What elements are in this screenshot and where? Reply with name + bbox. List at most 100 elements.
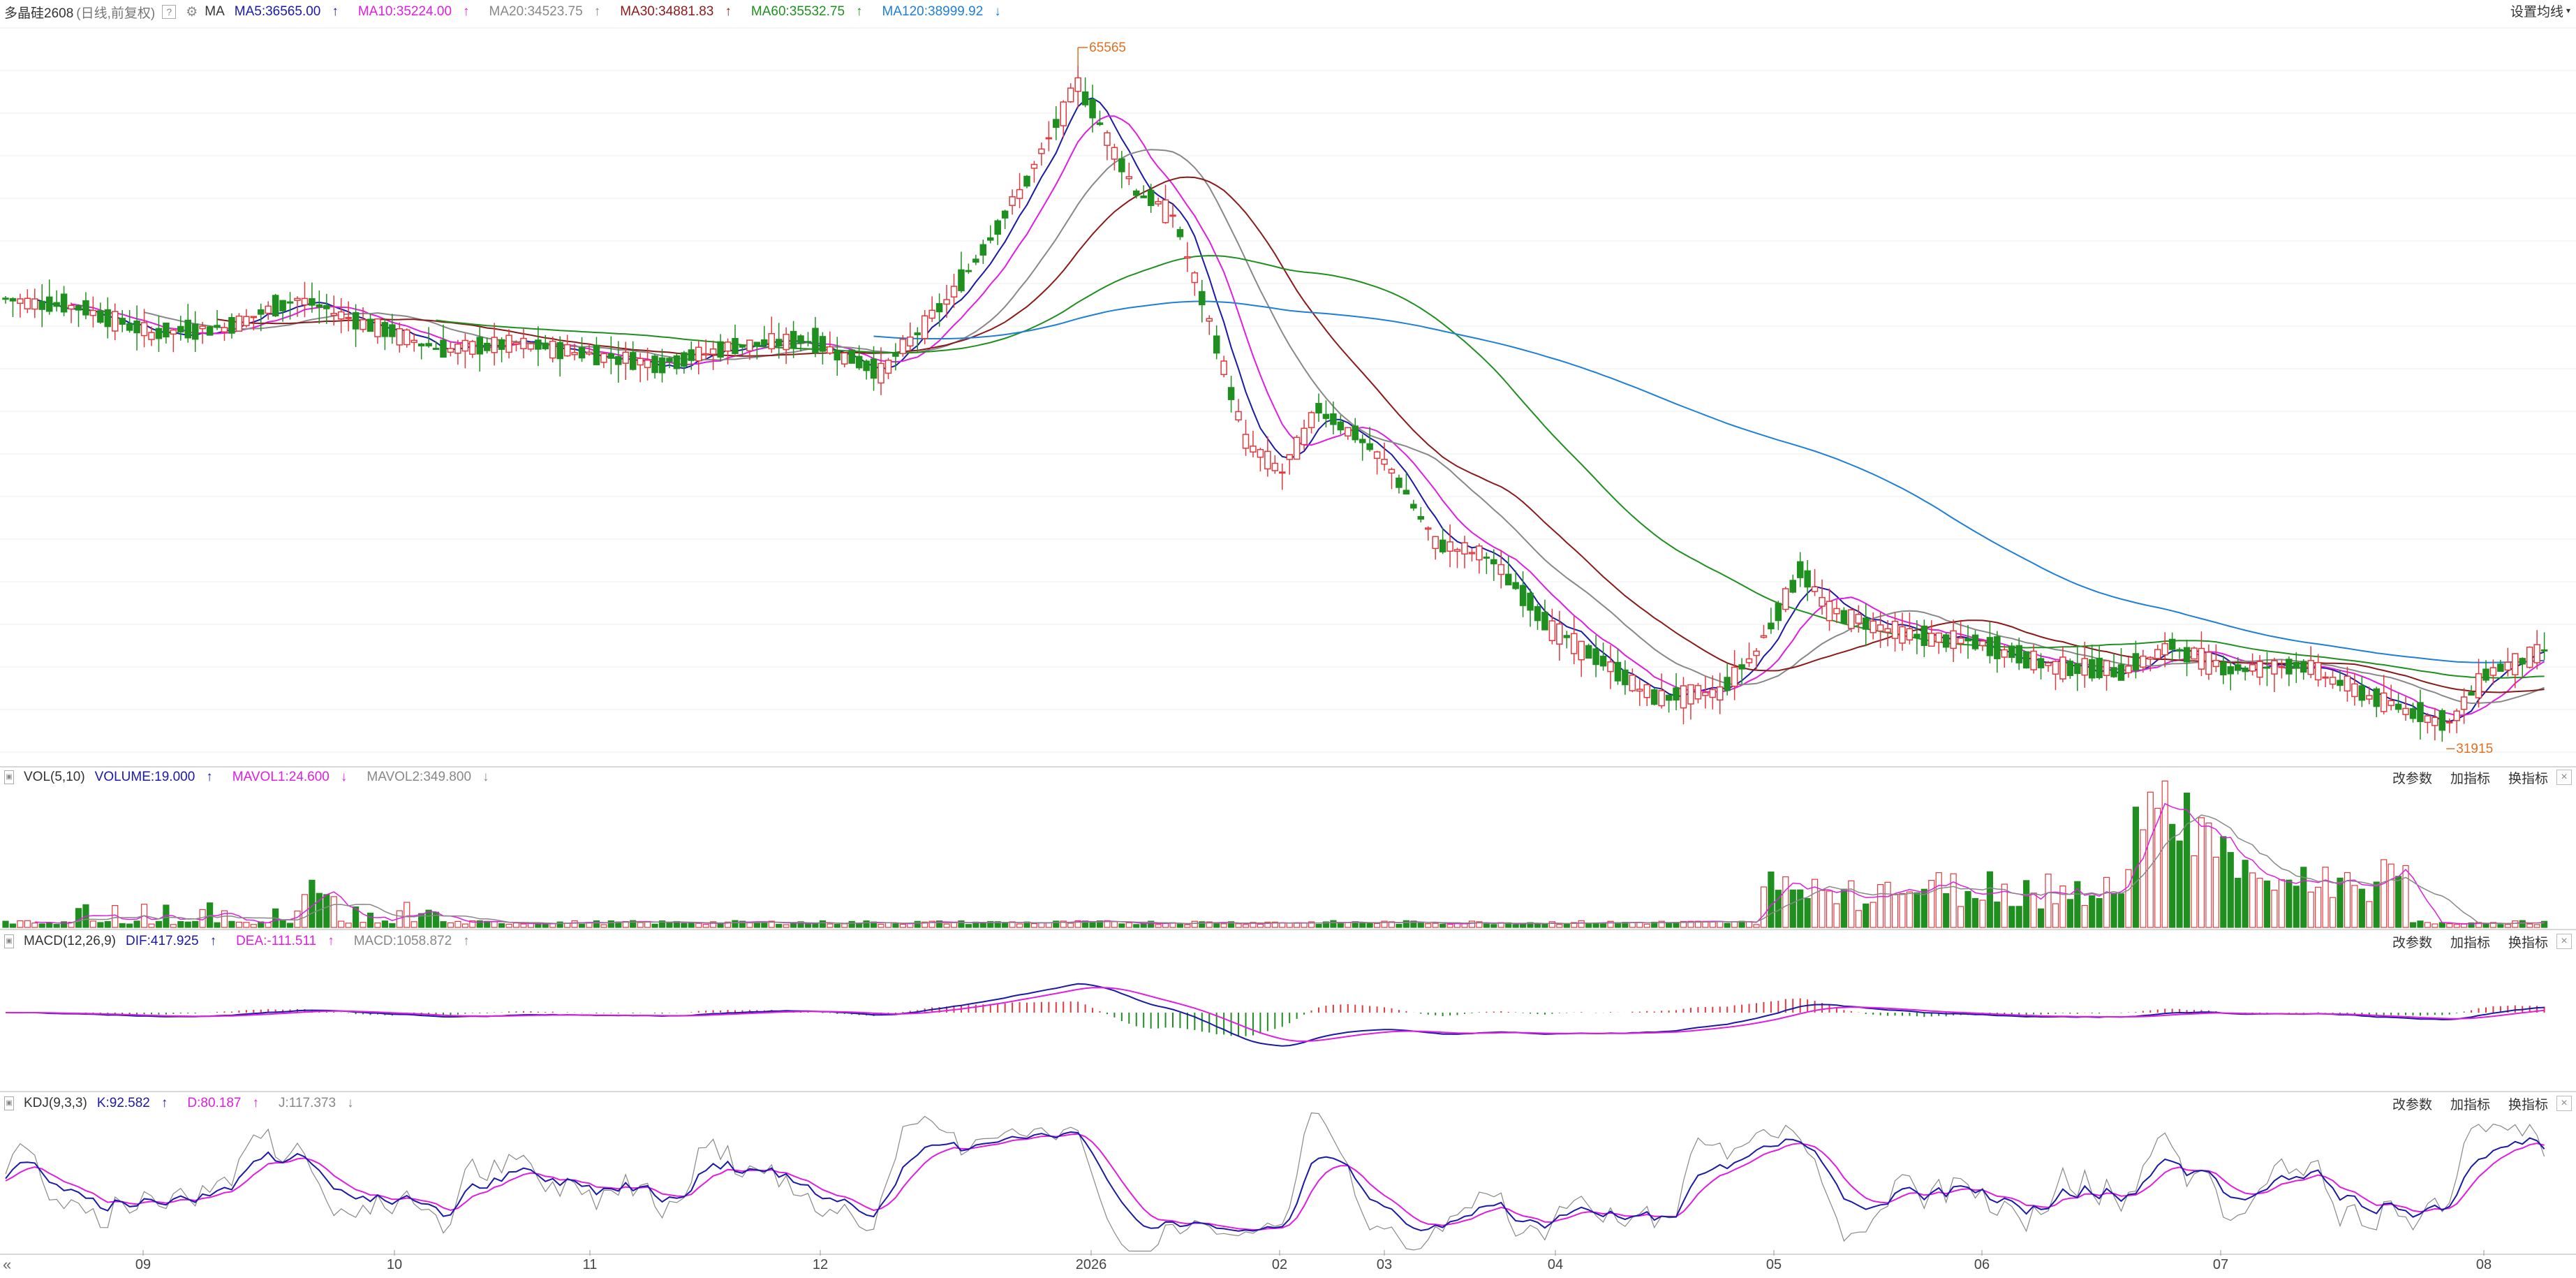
kdj-add-indicator-button[interactable]: 加指标	[2450, 1094, 2490, 1113]
volume-bar	[2358, 888, 2365, 928]
candle-down	[761, 339, 768, 346]
settings-gear-icon[interactable]: ⚙	[186, 4, 198, 20]
volume-bar	[2461, 923, 2468, 928]
candle-up	[1476, 545, 1483, 561]
volume-bar	[1074, 920, 1081, 928]
candle-down	[863, 360, 870, 372]
help-icon[interactable]: ?	[162, 5, 177, 19]
candle-up	[1038, 148, 1045, 154]
volume-bar	[2409, 922, 2417, 928]
volume-bar	[914, 920, 921, 928]
volume-bar	[2045, 874, 2052, 928]
candle-up	[644, 359, 651, 369]
candle-up	[2278, 666, 2286, 668]
candle-down	[1527, 592, 1534, 611]
volume-bar	[1155, 924, 1162, 928]
ma-legend-value: MA5:36565.00	[234, 4, 321, 19]
vol-help-icon[interactable]: ▣	[4, 770, 14, 784]
volume-bar	[1220, 923, 1227, 928]
macd-title[interactable]: MACD(12,26,9)	[24, 934, 116, 949]
candle-up	[2489, 667, 2497, 676]
kdj-params-button[interactable]: 改参数	[2392, 1094, 2432, 1113]
candle-up	[170, 329, 177, 335]
volume-bar	[1388, 921, 1396, 928]
candle-down	[855, 355, 863, 369]
macd-legend-item: MACD:1058.872 ↑	[354, 934, 480, 948]
candle-down	[615, 355, 622, 365]
volume-bar	[892, 923, 899, 928]
ma-indicator-name[interactable]: MA	[205, 4, 225, 20]
volume-bar	[1599, 923, 1607, 928]
instrument-mode: (日线,前复权)	[76, 6, 156, 21]
ma-legend-value: MA20:34523.75	[489, 4, 583, 19]
volume-bar	[53, 924, 60, 928]
candle-up	[148, 332, 155, 340]
k-line	[5, 1131, 2545, 1232]
volume-bar	[112, 904, 119, 928]
volume-bar	[484, 920, 491, 928]
macd-help-icon[interactable]: ▣	[4, 934, 14, 948]
ma120-line	[873, 300, 2545, 663]
scroll-left-icon[interactable]: «	[3, 1256, 11, 1274]
volume-bar	[2271, 890, 2278, 928]
volume-bar	[768, 920, 775, 928]
candle-down	[1213, 335, 1220, 354]
volume-bar	[1833, 903, 1840, 928]
candle-up	[1104, 132, 1111, 146]
candle-down	[2008, 645, 2015, 659]
candle-up	[2212, 659, 2220, 668]
volume-bar	[432, 911, 440, 928]
volume-bar	[994, 921, 1001, 928]
candle-down	[45, 296, 53, 312]
candle-up	[1264, 450, 1271, 470]
candle-up	[89, 309, 97, 316]
candle-down	[2358, 685, 2366, 701]
candle-up	[31, 298, 38, 310]
kdj-switch-indicator-button[interactable]: 换指标	[2508, 1094, 2548, 1113]
vol-title[interactable]: VOL(5,10)	[24, 770, 85, 785]
volume-bar	[316, 893, 323, 928]
macd-switch-indicator-button[interactable]: 换指标	[2508, 932, 2548, 951]
volume-bar	[207, 902, 214, 928]
kdj-title[interactable]: KDJ(9,3,3)	[24, 1096, 87, 1111]
candle-up	[2307, 660, 2314, 675]
volume-bar	[1870, 902, 1877, 928]
volume-bar	[1745, 920, 1753, 928]
volume-bar	[258, 921, 265, 928]
volume-bar	[1541, 923, 1548, 928]
arrow-down-icon: ↓	[994, 4, 1001, 19]
volume-bar	[958, 920, 965, 928]
volume-bar	[884, 922, 892, 928]
vol-add-indicator-button[interactable]: 加指标	[2450, 768, 2490, 787]
candle-up	[1680, 685, 1687, 709]
arrow-up-icon: ↑	[161, 1096, 168, 1110]
volume-bar	[1731, 921, 1738, 928]
vol-switch-indicator-button[interactable]: 换指标	[2508, 768, 2548, 787]
kline-chart[interactable]: 65565 31915	[0, 0, 2576, 1278]
candle-down	[1622, 669, 1629, 686]
volume-bar	[1009, 921, 1016, 928]
vol-params-button[interactable]: 改参数	[2392, 768, 2432, 787]
volume-bar	[1235, 923, 1242, 928]
volume-bar	[31, 923, 38, 928]
ma-settings-button[interactable]: 设置均线 ▾	[2510, 0, 2570, 21]
volume-bar	[1964, 890, 1971, 928]
volume-bar	[2176, 840, 2183, 928]
dif-line	[5, 983, 2545, 1047]
macd-params-button[interactable]: 改参数	[2392, 932, 2432, 951]
macd-add-indicator-button[interactable]: 加指标	[2450, 932, 2490, 951]
ma-legend-item: MA60:35532.75 ↑	[751, 4, 873, 19]
volume-bar	[1643, 923, 1650, 928]
macd-close-icon[interactable]: ×	[2556, 934, 2572, 949]
kdj-close-icon[interactable]: ×	[2556, 1096, 2572, 1111]
kdj-help-icon[interactable]: ▣	[4, 1096, 14, 1110]
vol-close-icon[interactable]: ×	[2556, 770, 2572, 785]
candle-down	[987, 237, 994, 241]
candle-down	[804, 341, 812, 344]
volume-bar	[1629, 922, 1636, 928]
candle-down	[2263, 666, 2271, 669]
volume-bar	[1476, 921, 1483, 928]
candle-up	[1753, 650, 1760, 656]
candle-up	[1636, 689, 1643, 692]
volume-bar	[2161, 780, 2168, 928]
